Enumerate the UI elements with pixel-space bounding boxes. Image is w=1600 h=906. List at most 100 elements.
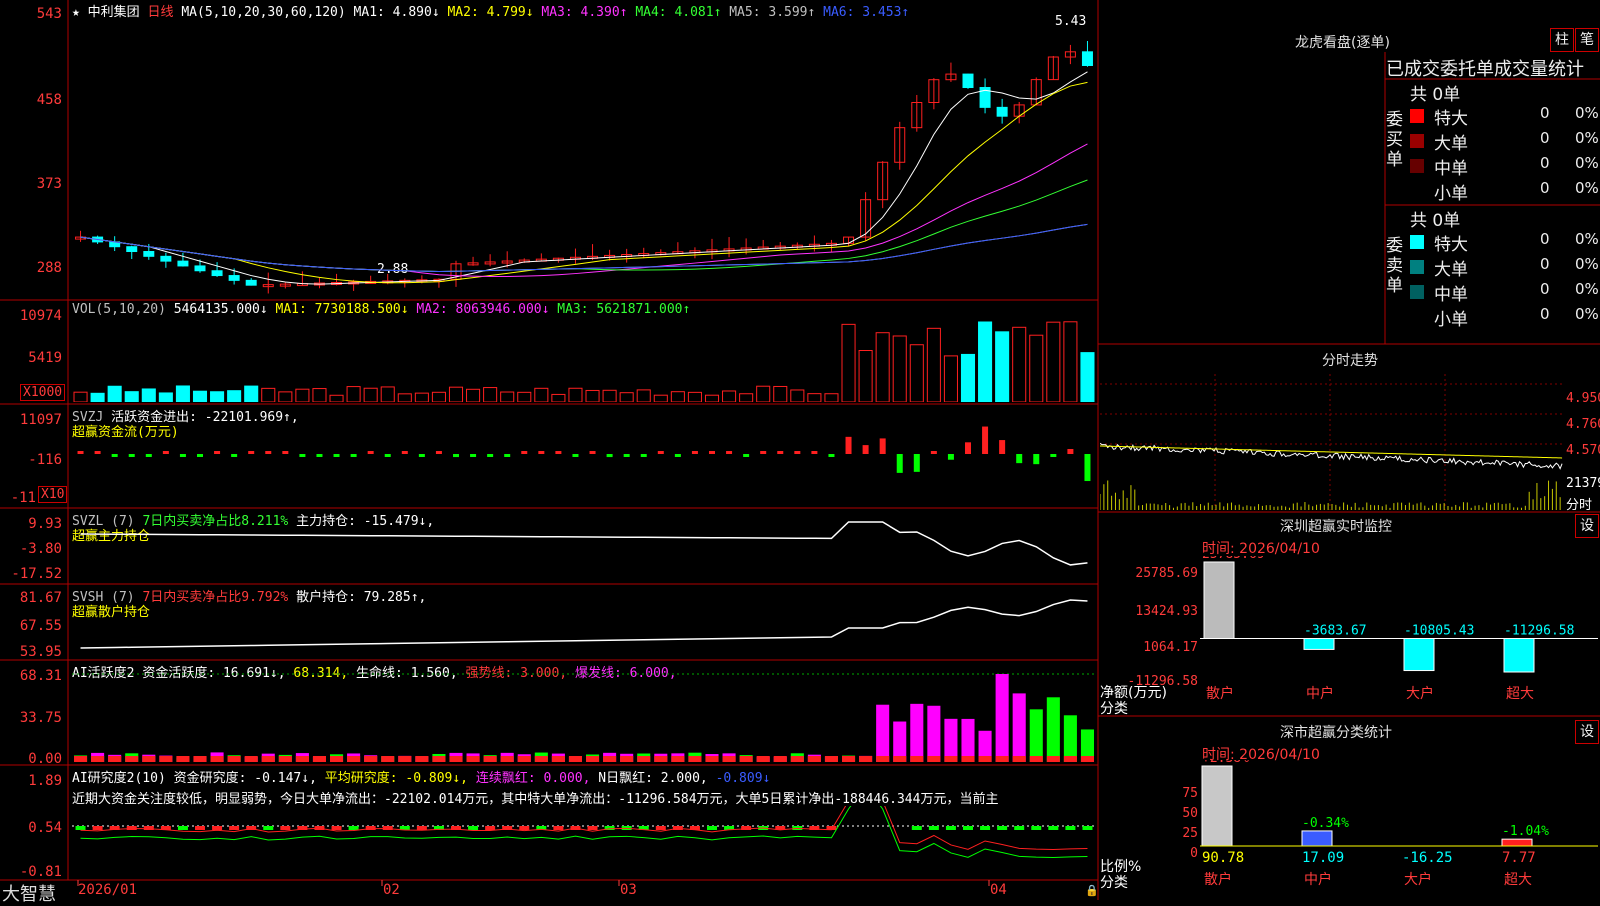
svzj-bar [930, 451, 937, 454]
activity-base [159, 756, 173, 762]
ma20-line [80, 143, 1088, 277]
ai-activity-tick-3: 0.00 [28, 751, 62, 767]
svzj-bar [145, 454, 152, 457]
research-tick [212, 826, 223, 830]
svsh-line-chart[interactable] [72, 588, 1096, 658]
candle-body [245, 279, 257, 286]
svzj-bar [538, 451, 545, 454]
buy-pct: 0% [1575, 154, 1599, 172]
svzj-bar [316, 454, 323, 457]
activity-base [227, 756, 241, 762]
activity-base [995, 756, 1009, 762]
candle-body [1081, 51, 1093, 66]
vol-value: 5464135.000↓ [173, 302, 268, 317]
sz-bar-category: 超大 [1506, 686, 1534, 702]
class-stat-chart[interactable]: +2.38% 90.78 散户 -0.34% 17.09 中户 -16.25 大户 -1.04%… [1200, 760, 1598, 900]
volume-chart[interactable] [72, 318, 1096, 402]
ai-research-v4: N日飘红: 2.000, [598, 771, 708, 786]
volume-bar [1046, 321, 1061, 402]
intraday-title: 分时走势 [1322, 353, 1378, 369]
activity-base [398, 756, 412, 762]
research-tick [655, 826, 666, 830]
activity-base [586, 756, 600, 762]
volume-bar [619, 392, 634, 402]
svzj-bar [367, 451, 374, 454]
volume-bar [704, 394, 720, 402]
buy-row: 小单 0 0% [1410, 179, 1599, 204]
intraday-tick-1: 4.950 [1566, 391, 1600, 406]
vol-unit-button[interactable]: X1000 [20, 384, 66, 401]
svzj-bar [248, 451, 255, 454]
volume-bar [858, 350, 873, 402]
volume-bar [790, 389, 805, 402]
tick-mode-button[interactable]: 笔 [1575, 28, 1599, 52]
svzj-bar [965, 442, 971, 454]
intraday-vol-tick: 21379 [1566, 476, 1600, 491]
price-tick-3: 373 [36, 176, 62, 192]
svzj-bar [896, 454, 903, 473]
ai-research-chart[interactable] [72, 806, 1096, 878]
ma5-line [80, 71, 1088, 285]
buy-label: 大单 [1434, 134, 1468, 154]
volume-bar [192, 390, 208, 402]
vol-ma2: MA2: 8063946.000↓ [416, 302, 550, 317]
class-tick-50: 50 [1182, 806, 1198, 821]
svzj-bar [470, 454, 477, 457]
activity-base [807, 756, 821, 762]
svzj-bar [521, 451, 528, 454]
vol-header: VOL(5,10,20) 5464135.000↓ MA1: 7730188.5… [72, 302, 690, 317]
activity-base [449, 756, 463, 762]
candlestick-chart[interactable] [72, 18, 1096, 298]
svzj-tick-3: -11 [10, 490, 36, 506]
svzj-unit-button[interactable]: X10 [38, 486, 68, 503]
sell-row: 小单 0 0% [1410, 305, 1599, 330]
ai-research-v2: 平均研究度: -0.809↓, [324, 771, 469, 786]
date-axis [77, 880, 990, 886]
class-settings-button[interactable]: 设 [1575, 720, 1599, 744]
buy-label: 中单 [1434, 159, 1468, 179]
svsh-tick-1: 81.67 [19, 590, 62, 606]
svzj-bar [384, 454, 391, 457]
intraday-unit[interactable]: 分时 [1566, 494, 1592, 513]
ai-activity-chart[interactable] [72, 672, 1096, 764]
volume-bar [978, 321, 993, 402]
buy-color-icon [1410, 134, 1424, 148]
sz-monitor-chart[interactable]: 25785.69 散户 -3683.67 中户 -10805.43 大户 -11296.58… [1200, 556, 1598, 714]
svzj-tick-1: 11097 [19, 412, 62, 428]
svzj-bar [999, 440, 1006, 454]
class-bar-top: -1.04% [1502, 824, 1549, 839]
sell-group-label: 委卖单 [1386, 236, 1403, 296]
buy-label: 特大 [1434, 109, 1468, 129]
volume-bar [448, 386, 464, 402]
vol-name: VOL(5,10,20) [72, 302, 166, 317]
activity-bar [910, 703, 924, 762]
research-tick [416, 826, 427, 830]
activity-base [1080, 756, 1094, 762]
research-tick [177, 826, 188, 830]
lock-icon[interactable]: 🔒 [1085, 884, 1099, 897]
svzj-bar [1067, 449, 1074, 454]
bar-mode-button[interactable]: 柱 [1550, 28, 1574, 52]
activity-base [551, 756, 565, 762]
activity-base [1063, 756, 1077, 762]
svzj-tick-2: -116 [28, 452, 62, 468]
svzl-line-chart[interactable] [72, 512, 1096, 582]
svzj-bar [453, 454, 459, 458]
sell-count: 0 [1540, 230, 1550, 248]
research-tick [1048, 826, 1059, 830]
class-axis-label-2: 分类 [1100, 875, 1128, 891]
class-bar-category: 散户 [1204, 871, 1232, 888]
ai-research-tick-3: -0.81 [19, 864, 62, 880]
svzj-bar-chart[interactable] [72, 410, 1096, 506]
stat-tabs[interactable]: 已成交委托单成交量统计 [1386, 55, 1598, 81]
sz-settings-button[interactable]: 设 [1575, 514, 1599, 538]
activity-base [739, 756, 753, 762]
intraday-chart[interactable] [1100, 374, 1564, 510]
research-tick [553, 826, 564, 830]
activity-base [773, 756, 787, 762]
sz-bar-category: 大户 [1406, 685, 1434, 702]
ma60-line [80, 223, 1088, 273]
buy-count: 0 [1540, 104, 1550, 122]
svzj-bar [1084, 454, 1091, 482]
activity-base [859, 756, 873, 762]
